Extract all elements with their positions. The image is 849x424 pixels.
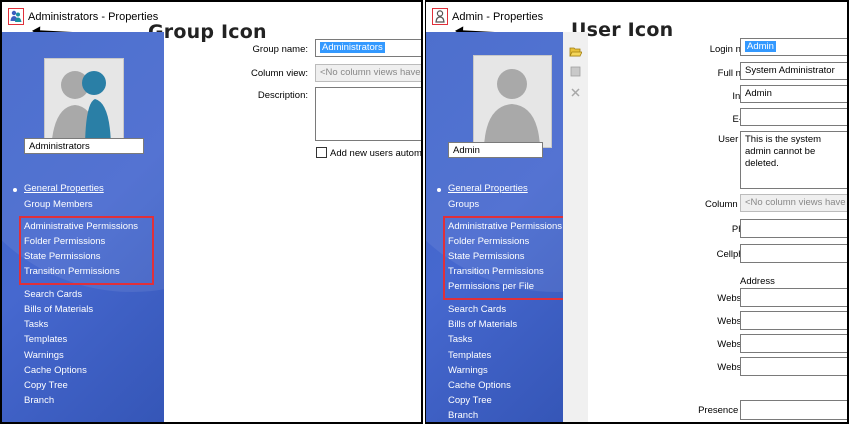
nav-bills-of-materials[interactable]: Bills of Materials — [24, 304, 93, 315]
group-icon-callout: Group Icon — [148, 21, 267, 43]
column-view-label: Column view: — [250, 68, 308, 79]
group-name-value: Administrators — [320, 42, 385, 53]
nav-branch[interactable]: Branch — [24, 395, 54, 406]
nav-search-cards[interactable]: Search Cards — [24, 289, 82, 300]
nav-bullet — [437, 188, 441, 192]
avatar — [473, 55, 552, 148]
nav-warnings[interactable]: Warnings — [448, 365, 488, 376]
user-properties-window: Admin - Properties User Icon Admin Gener… — [425, 0, 849, 424]
nav-bullet — [13, 188, 17, 192]
cellphone-input[interactable] — [740, 244, 847, 263]
window-title: Admin - Properties — [452, 11, 544, 23]
nav-group-members[interactable]: Group Members — [24, 199, 93, 210]
nav-copy-tree[interactable]: Copy Tree — [24, 380, 68, 391]
group-name-label: Group name: — [252, 44, 308, 55]
description-textarea[interactable] — [315, 87, 421, 141]
permissions-highlight — [443, 216, 563, 300]
group-icon-highlight — [8, 8, 24, 25]
add-new-users-label: Add new users automa — [330, 148, 423, 159]
nav-tasks[interactable]: Tasks — [24, 319, 48, 330]
nav-groups[interactable]: Groups — [448, 199, 479, 210]
sidebar: Administrators General Properties Group … — [2, 32, 164, 422]
website3-input[interactable] — [740, 334, 847, 353]
full-name-input[interactable]: System Administrator — [740, 62, 847, 80]
phone-input[interactable] — [740, 219, 847, 238]
nav-templates[interactable]: Templates — [448, 350, 491, 361]
open-folder-icon[interactable] — [569, 46, 582, 58]
permissions-highlight — [19, 216, 154, 285]
nav-tasks[interactable]: Tasks — [448, 334, 472, 345]
group-properties-window: Administrators - Properties Group Icon A… — [0, 0, 423, 424]
column-view-select[interactable]: <No column views have b — [740, 194, 847, 212]
document-icon[interactable] — [570, 66, 581, 77]
close-icon[interactable] — [571, 88, 580, 97]
nav-search-cards[interactable]: Search Cards — [448, 304, 506, 315]
initials-input[interactable]: Admin — [740, 85, 847, 103]
user-icon — [435, 10, 445, 23]
website4-input[interactable] — [740, 357, 847, 376]
website1-input[interactable] — [740, 288, 847, 307]
nav-warnings[interactable]: Warnings — [24, 350, 64, 361]
user-name-display[interactable]: Admin — [448, 142, 543, 158]
nav-cache-options[interactable]: Cache Options — [448, 380, 511, 391]
sidebar: Admin General Properties Groups Administ… — [426, 32, 563, 422]
group-name-display[interactable]: Administrators — [24, 138, 144, 154]
window-title: Administrators - Properties — [28, 11, 159, 23]
user-icon-highlight — [432, 8, 448, 25]
user-avatar-icon — [484, 69, 540, 147]
website2-input[interactable] — [740, 311, 847, 330]
group-name-input[interactable]: Administrators — [315, 39, 421, 57]
nav-general-properties[interactable]: General Properties — [448, 183, 528, 194]
nav-bills-of-materials[interactable]: Bills of Materials — [448, 319, 517, 330]
nav-copy-tree[interactable]: Copy Tree — [448, 395, 492, 406]
description-label: Description: — [257, 90, 308, 101]
nav-templates[interactable]: Templates — [24, 334, 67, 345]
toolbar-strip — [563, 32, 588, 422]
add-new-users-checkbox[interactable] — [316, 147, 327, 158]
email-input[interactable] — [740, 108, 847, 126]
presence-note-input[interactable] — [740, 400, 847, 420]
nav-cache-options[interactable]: Cache Options — [24, 365, 87, 376]
login-name-input[interactable]: Admin — [740, 38, 847, 56]
nav-general-properties[interactable]: General Properties — [24, 183, 104, 194]
user-data-textarea[interactable]: This is the system admin cannot be delet… — [740, 131, 847, 189]
login-name-value: Admin — [745, 41, 776, 52]
address-label: Address — [740, 276, 775, 287]
column-view-select[interactable]: <No column views have b — [315, 64, 421, 82]
group-icon — [10, 10, 22, 22]
nav-branch[interactable]: Branch — [448, 410, 478, 421]
